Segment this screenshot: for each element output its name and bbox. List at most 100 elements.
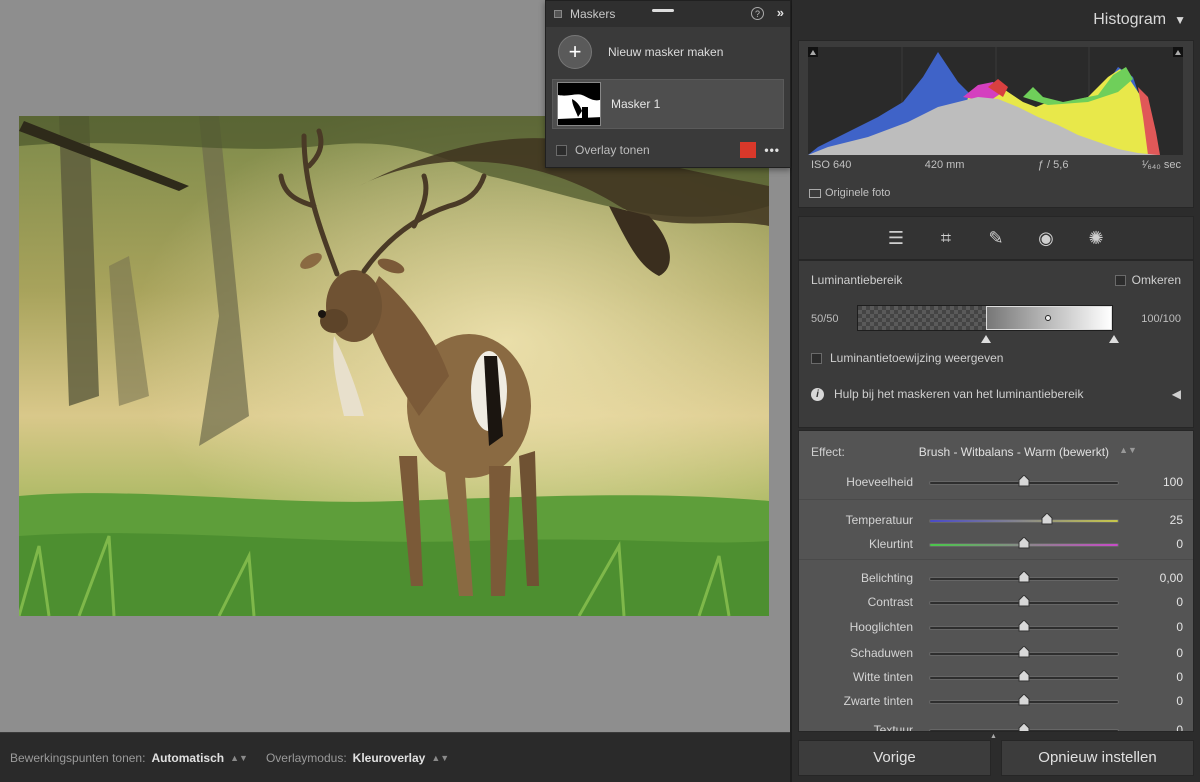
luminance-range-slider[interactable] bbox=[857, 305, 1113, 331]
invert-checkbox[interactable] bbox=[1114, 274, 1126, 286]
reset-button[interactable]: Opnieuw instellen bbox=[1001, 740, 1194, 776]
effect-preset-dropdown[interactable]: Brush - Witbalans - Warm (bewerkt) bbox=[919, 445, 1109, 459]
slider-thumb[interactable] bbox=[1018, 645, 1030, 658]
mask-item-label: Masker 1 bbox=[611, 97, 661, 111]
slider-value[interactable]: 0 bbox=[1176, 646, 1183, 660]
luminance-help-row[interactable]: i Hulp bij het maskeren van het luminant… bbox=[811, 387, 1181, 401]
slider-value[interactable]: 0 bbox=[1176, 723, 1183, 731]
slider-thumb[interactable] bbox=[1018, 669, 1030, 682]
slider-thumb[interactable] bbox=[1018, 594, 1030, 607]
collapse-triangle-icon[interactable]: ▼ bbox=[1174, 13, 1186, 27]
slider-value[interactable]: 25 bbox=[1170, 513, 1183, 527]
luminance-range-panel: Luminantiebereik Omkeren 50/50 100/100 L… bbox=[798, 260, 1194, 428]
slider-witte-tinten: Witte tinten 0 bbox=[799, 668, 1193, 688]
slider-kleurtint: Kleurtint 0 bbox=[799, 535, 1193, 555]
slider-value[interactable]: 0 bbox=[1176, 670, 1183, 684]
collapse-icon[interactable]: » bbox=[777, 5, 784, 20]
slider-hooglichten: Hooglichten 0 bbox=[799, 618, 1193, 638]
slider-value[interactable]: 0,00 bbox=[1160, 571, 1183, 585]
overlay-color-swatch[interactable] bbox=[740, 142, 757, 158]
slider-zwarte-tinten: Zwarte tinten 0 bbox=[799, 692, 1193, 712]
panel-resize-arrow-icon[interactable]: ▲ bbox=[990, 733, 997, 740]
invert-toggle[interactable]: Omkeren bbox=[1114, 273, 1181, 287]
mask-thumbnail-image bbox=[558, 83, 600, 125]
overlay-label: Overlay tonen bbox=[575, 143, 650, 157]
mask-thumbnail bbox=[557, 82, 601, 126]
masks-panel-title: Maskers bbox=[570, 7, 616, 21]
slider-thumb[interactable] bbox=[1018, 570, 1030, 583]
expand-left-icon[interactable]: ◀ bbox=[1172, 387, 1181, 401]
slider-thumb[interactable] bbox=[1018, 693, 1030, 706]
slider-label: Witte tinten bbox=[852, 670, 913, 684]
masks-panel: Maskers ? » + Nieuw masker maken Masker … bbox=[545, 0, 791, 168]
pins-dropdown-arrow-icon[interactable]: ▲▼ bbox=[230, 753, 248, 763]
slider-temperatuur: Temperatuur 25 bbox=[799, 511, 1193, 531]
pins-label: Bewerkingspunten tonen: bbox=[10, 750, 146, 765]
overlay-mode-label: Overlaymodus: bbox=[265, 750, 347, 765]
show-luminance-map-checkbox[interactable] bbox=[811, 352, 822, 364]
more-options-icon[interactable]: ••• bbox=[764, 143, 780, 157]
slider-value[interactable]: 0 bbox=[1176, 694, 1183, 708]
plus-icon: + bbox=[558, 35, 592, 69]
masking-icon[interactable]: ✺ bbox=[1082, 228, 1110, 249]
luminance-help-label: Hulp bij het maskeren van het luminantie… bbox=[834, 387, 1084, 401]
sliders-icon[interactable]: ☰ bbox=[882, 228, 910, 249]
focal-length: 420 mm bbox=[924, 159, 965, 171]
range-high-handle[interactable] bbox=[1109, 335, 1119, 343]
previous-button[interactable]: Vorige bbox=[798, 740, 991, 776]
deer-photo-image bbox=[19, 116, 769, 616]
histogram-header[interactable]: Histogram ▼ bbox=[792, 0, 1200, 40]
overlay-mode-arrow-icon[interactable]: ▲▼ bbox=[431, 753, 449, 763]
shutter-speed: ¹⁄₆₄₀ sec bbox=[1141, 159, 1181, 171]
slider-value[interactable]: 0 bbox=[1176, 620, 1183, 634]
effect-header: Effect: Brush - Witbalans - Warm (bewerk… bbox=[811, 445, 1181, 459]
slider-value[interactable]: 0 bbox=[1176, 595, 1183, 609]
histogram-graph[interactable] bbox=[808, 47, 1183, 155]
effect-preset-arrow-icon[interactable]: ▲▼ bbox=[1119, 445, 1137, 459]
crop-icon[interactable]: ⌗ bbox=[932, 228, 960, 249]
slider-track[interactable] bbox=[929, 519, 1119, 523]
slider-schaduwen: Schaduwen 0 bbox=[799, 644, 1193, 664]
original-photo-label: Originele foto bbox=[825, 187, 891, 199]
original-photo-toggle[interactable]: Originele foto bbox=[809, 187, 890, 199]
range-low-handle[interactable] bbox=[981, 335, 991, 343]
deer-photo[interactable] bbox=[19, 116, 769, 616]
iso-value: ISO 640 bbox=[811, 159, 852, 171]
histogram-title: Histogram bbox=[1093, 11, 1167, 28]
slider-contrast: Contrast 0 bbox=[799, 593, 1193, 613]
luminance-title: Luminantiebereik bbox=[811, 273, 903, 287]
slider-thumb[interactable] bbox=[1018, 474, 1030, 487]
histogram-box: ISO 640 420 mm ƒ / 5,6 ¹⁄₆₄₀ sec Origine… bbox=[798, 40, 1194, 208]
overlay-checkbox[interactable] bbox=[556, 144, 567, 156]
slider-label: Schaduwen bbox=[850, 646, 913, 660]
slider-label: Contrast bbox=[867, 595, 913, 609]
heal-icon[interactable]: ✎ bbox=[982, 228, 1010, 249]
show-luminance-map-toggle[interactable]: Luminantietoewijzing weergeven bbox=[811, 351, 1003, 365]
slider-thumb[interactable] bbox=[1018, 722, 1030, 731]
luminance-range-selection[interactable] bbox=[986, 306, 1112, 330]
new-mask-label: Nieuw masker maken bbox=[608, 45, 724, 59]
help-icon[interactable]: ? bbox=[751, 7, 764, 20]
action-buttons: Vorige Opnieuw instellen bbox=[798, 740, 1194, 776]
original-photo-checkbox[interactable] bbox=[809, 188, 821, 198]
new-mask-button[interactable]: + Nieuw masker maken bbox=[546, 27, 790, 77]
range-center-handle[interactable] bbox=[1045, 315, 1051, 321]
show-luminance-map-label: Luminantietoewijzing weergeven bbox=[830, 351, 1004, 365]
overlay-row: Overlay tonen ••• bbox=[546, 135, 790, 165]
aperture-value: ƒ / 5,6 bbox=[1037, 159, 1069, 171]
pins-dropdown[interactable]: Automatisch bbox=[151, 751, 224, 765]
redeye-icon[interactable]: ◉ bbox=[1032, 228, 1060, 249]
slider-thumb[interactable] bbox=[1018, 619, 1030, 632]
effect-label: Effect: bbox=[811, 445, 845, 459]
slider-value[interactable]: 0 bbox=[1176, 537, 1183, 551]
slider-group-separator bbox=[799, 499, 1193, 500]
drag-handle-icon[interactable] bbox=[652, 9, 674, 12]
slider-value[interactable]: 100 bbox=[1163, 475, 1183, 489]
slider-thumb[interactable] bbox=[1018, 536, 1030, 549]
mask-list-item[interactable]: Masker 1 bbox=[552, 79, 784, 129]
overlay-mode-dropdown[interactable]: Kleuroverlay bbox=[353, 751, 426, 765]
slider-label: Zwarte tinten bbox=[843, 694, 913, 708]
slider-thumb[interactable] bbox=[1041, 512, 1053, 525]
masks-panel-header[interactable]: Maskers ? » bbox=[546, 1, 790, 27]
slider-hoeveelheid: Hoeveelheid 100 bbox=[799, 473, 1193, 493]
